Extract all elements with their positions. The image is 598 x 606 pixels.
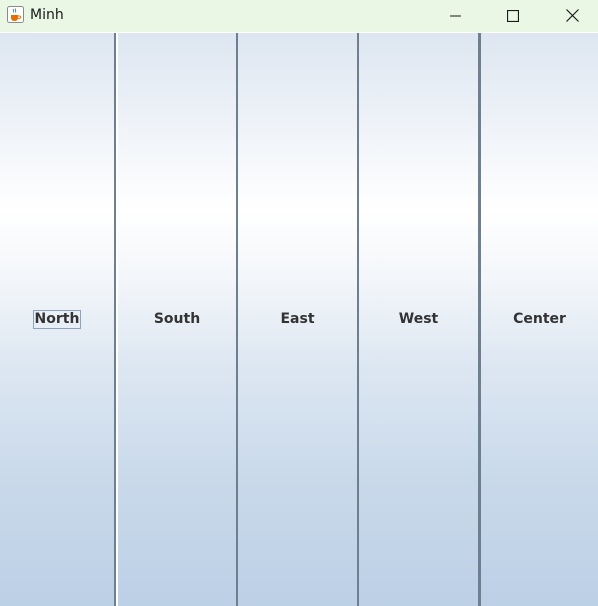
close-icon xyxy=(565,7,579,26)
content-pane: North South East West Center xyxy=(0,33,598,606)
west-button-label: West xyxy=(398,311,439,327)
title-bar[interactable]: Minh xyxy=(0,0,598,32)
minimize-button[interactable] xyxy=(433,0,479,32)
east-button[interactable]: East xyxy=(238,33,359,606)
center-button[interactable]: Center xyxy=(479,33,598,606)
north-button[interactable]: North xyxy=(0,33,116,606)
window-title: Minh xyxy=(30,7,64,23)
south-button[interactable]: South xyxy=(118,33,238,606)
app-window: Minh North South East West Center xyxy=(0,0,598,606)
south-button-label: South xyxy=(153,311,201,327)
java-cup-icon xyxy=(7,6,24,23)
north-button-label: North xyxy=(32,310,82,329)
maximize-icon xyxy=(506,7,520,26)
close-button[interactable] xyxy=(549,0,595,32)
east-button-label: East xyxy=(280,311,315,327)
west-button[interactable]: West xyxy=(359,33,479,606)
minimize-icon xyxy=(450,7,462,26)
center-button-label: Center xyxy=(513,311,566,327)
maximize-button[interactable] xyxy=(490,0,536,32)
